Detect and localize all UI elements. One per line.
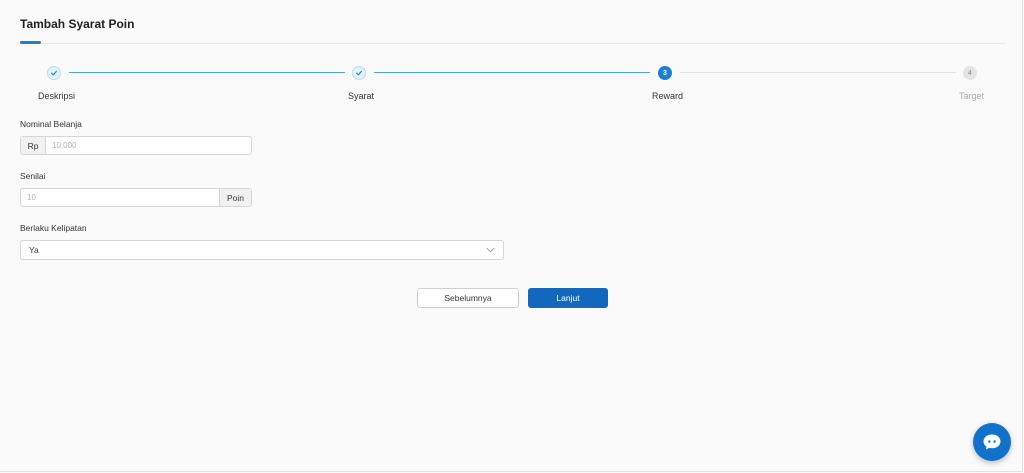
- page-frame: [0, 0, 1023, 472]
- poin-suffix: Poin: [219, 189, 251, 206]
- chevron-down-icon: [486, 247, 495, 253]
- berlaku-kelipatan-select[interactable]: Ya: [20, 240, 504, 260]
- senilai-group: Poin: [20, 188, 252, 207]
- step-1-indicator: [47, 66, 61, 80]
- step-label-reward: Reward: [652, 91, 684, 101]
- step-2-indicator: [352, 66, 366, 80]
- step-3-indicator: 3: [658, 66, 672, 80]
- berlaku-kelipatan-label: Berlaku Kelipatan: [20, 223, 87, 233]
- title-accent-bar: [20, 41, 41, 44]
- step-4-indicator: 4: [963, 66, 977, 80]
- berlaku-kelipatan-value: Ya: [29, 245, 39, 255]
- nominal-belanja-group: Rp: [20, 136, 252, 155]
- step-label-deskripsi: Deskripsi: [38, 91, 76, 101]
- chat-button[interactable]: [973, 423, 1011, 461]
- check-icon: [51, 70, 57, 76]
- page-title: Tambah Syarat Poin: [20, 17, 135, 31]
- next-button[interactable]: Lanjut: [528, 288, 608, 308]
- nominal-belanja-input[interactable]: [46, 137, 251, 154]
- step-label-target: Target: [959, 91, 985, 101]
- previous-button[interactable]: Sebelumnya: [417, 288, 519, 308]
- nominal-belanja-label: Nominal Belanja: [20, 119, 82, 129]
- step-connector-2: [374, 72, 650, 73]
- step-label-syarat: Syarat: [348, 91, 375, 101]
- title-divider: [20, 43, 1005, 44]
- step-connector-1: [69, 72, 345, 73]
- check-icon: [356, 70, 362, 76]
- chat-bubble-icon: [983, 434, 1001, 450]
- step-connector-3: [680, 72, 956, 73]
- senilai-label: Senilai: [20, 171, 46, 181]
- senilai-input[interactable]: [21, 189, 219, 206]
- currency-prefix: Rp: [21, 137, 46, 154]
